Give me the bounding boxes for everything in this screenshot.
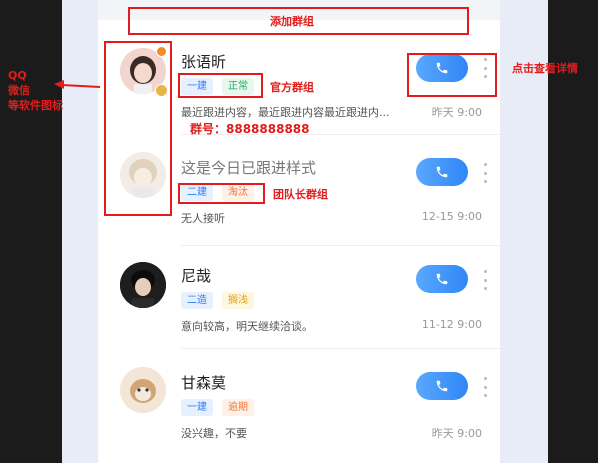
app-icons-box	[104, 41, 172, 216]
follow-up-time: 11-12 9:00	[421, 318, 482, 331]
follow-up-note: 没兴趣，不要	[181, 427, 247, 440]
more-vertical-icon[interactable]	[482, 377, 488, 397]
divider	[181, 348, 500, 349]
call-button[interactable]	[416, 265, 468, 293]
left-icons-label: 等软件图标	[8, 99, 63, 112]
details-box[interactable]	[407, 53, 497, 97]
team-leader-group-box	[178, 183, 265, 204]
tag-level: 一建	[181, 399, 213, 416]
call-button[interactable]	[416, 158, 468, 186]
contact-name: 这是今日已跟进样式	[181, 159, 317, 177]
more-vertical-icon[interactable]	[482, 163, 488, 183]
follow-up-time: 12-15 9:00	[421, 210, 482, 223]
tag-status: 逾期	[222, 399, 254, 416]
contact-name: 尼哉	[181, 267, 212, 285]
contact-item[interactable]: 甘森莫 一建 逾期 没兴趣，不要 昨天 9:00	[98, 350, 500, 460]
phone-icon	[436, 273, 448, 285]
follow-up-note: 最近跟进内容，最近跟进内容最近跟进内...	[181, 106, 390, 119]
team-leader-group-label: 团队长群组	[273, 188, 328, 201]
tag-status: 搁浅	[222, 292, 254, 309]
phone-icon	[436, 380, 448, 392]
arrow-left-icon	[54, 80, 101, 89]
tag-level: 二造	[181, 292, 213, 309]
follow-up-note: 无人接听	[181, 212, 225, 225]
official-group-box	[178, 73, 263, 98]
click-details-label: 点击查看详情	[512, 62, 578, 75]
follow-up-time: 昨天 9:00	[431, 427, 482, 440]
call-button[interactable]	[416, 372, 468, 400]
more-vertical-icon[interactable]	[482, 270, 488, 290]
group-number-label: 群号：8888888888	[190, 122, 310, 136]
phone-icon	[436, 166, 448, 178]
follow-up-time: 昨天 9:00	[431, 106, 482, 119]
contact-name: 张语昕	[181, 53, 227, 71]
official-group-label: 官方群组	[270, 81, 314, 94]
contact-item[interactable]: 尼哉 二造 搁浅 意向较高，明天继续洽谈。 11-12 9:00	[98, 246, 500, 356]
contact-name: 甘森莫	[181, 374, 227, 392]
avatar	[120, 262, 166, 308]
add-group-label: 添加群组	[270, 15, 314, 28]
follow-up-note: 意向较高，明天继续洽谈。	[181, 320, 313, 333]
avatar	[120, 367, 166, 413]
